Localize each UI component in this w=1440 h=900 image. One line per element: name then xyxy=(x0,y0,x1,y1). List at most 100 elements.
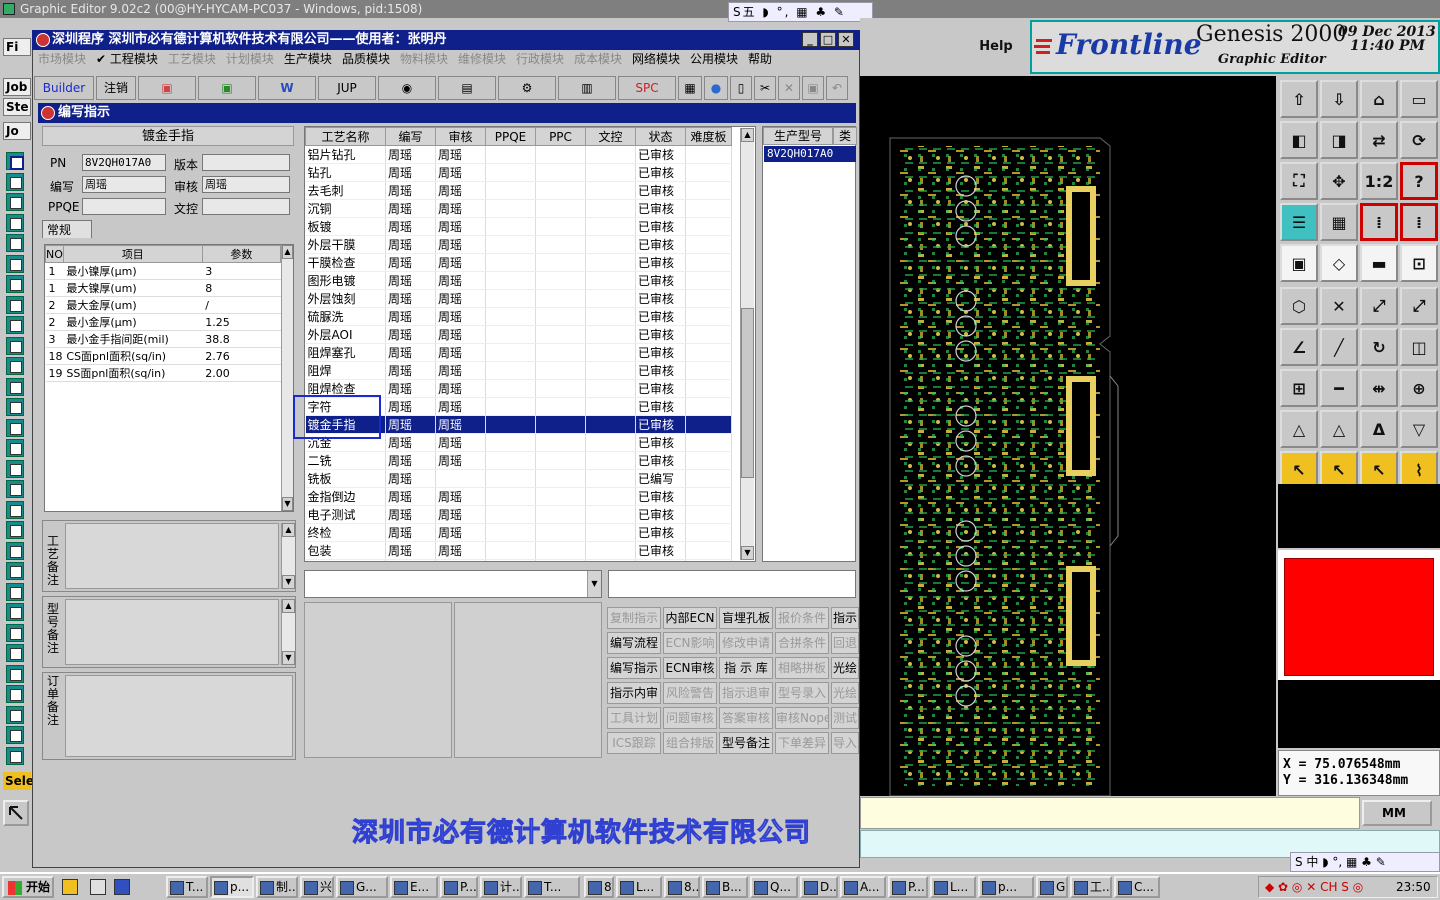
taskbar-item[interactable]: Q... xyxy=(750,876,798,898)
menu-item-6[interactable]: 物料模块 xyxy=(400,52,448,66)
layer-checkbox[interactable] xyxy=(6,644,24,662)
tray-icons[interactable]: ◆ ✿ ◎ ✕ CH S ◎ xyxy=(1265,877,1363,897)
process-col-header[interactable]: 工艺名称 xyxy=(305,127,386,146)
job2-button[interactable]: Jo xyxy=(3,122,31,140)
menu-item-1[interactable]: ✔ 工程模块 xyxy=(96,52,158,66)
menu-item-8[interactable]: 行政模块 xyxy=(516,52,564,66)
function-button[interactable]: 组合排版 xyxy=(663,732,717,754)
taskbar-item[interactable]: p... xyxy=(978,876,1034,898)
cut-icon[interactable]: ✂ xyxy=(754,76,776,100)
function-button[interactable]: 指示 xyxy=(831,607,859,629)
function-button[interactable]: 复制指示 xyxy=(607,607,661,629)
table-row[interactable]: 外层蚀刻 周瑶 周瑶 已审核 xyxy=(305,289,732,308)
table-row[interactable]: 1 最小镍厚(μm) 3 xyxy=(45,262,281,280)
network-icon[interactable]: ⬡ xyxy=(1280,287,1318,325)
layer-checkbox[interactable] xyxy=(6,664,24,683)
taskbar-item[interactable]: A... xyxy=(840,876,886,898)
home-icon[interactable]: ⌂ xyxy=(1360,80,1398,118)
taskbar-item[interactable]: P... xyxy=(440,876,478,898)
taskbar-item[interactable]: G... xyxy=(1036,876,1068,898)
process-col-header[interactable]: 难度板 xyxy=(685,127,732,146)
taskbar-item[interactable]: E... xyxy=(390,876,438,898)
ime-toolbar[interactable]: S五 ◗ °, ▦ ♣ ✎ xyxy=(728,2,873,22)
layer-checkbox[interactable] xyxy=(6,234,24,252)
quick-launch-icon[interactable] xyxy=(62,879,78,895)
save-step-icon[interactable]: ⇩ xyxy=(1320,80,1358,118)
taskbar-item[interactable]: B... xyxy=(702,876,748,898)
settings-icon[interactable]: ⚙ xyxy=(498,76,556,100)
note1-scrollbar[interactable]: ▲ ▼ xyxy=(281,523,295,589)
menu-item-5[interactable]: 品质模块 xyxy=(342,52,390,66)
function-button[interactable]: 工具计划 xyxy=(607,707,661,729)
function-button[interactable]: 问题审核 xyxy=(663,707,717,729)
process-col-header[interactable]: 状态 xyxy=(635,127,686,146)
layer-checkbox[interactable] xyxy=(6,500,24,519)
maximize-button[interactable]: □ xyxy=(820,32,836,47)
pad-icon[interactable]: ⊞ xyxy=(1280,369,1318,407)
layer-checkbox[interactable] xyxy=(6,521,24,539)
pcb-canvas[interactable] xyxy=(860,76,1276,796)
help-icon[interactable]: ? xyxy=(1400,162,1438,200)
table-row[interactable]: 图形电镀 周瑶 周瑶 已审核 xyxy=(305,271,732,290)
open-step-icon[interactable]: ⇧ xyxy=(1280,80,1318,118)
function-button[interactable]: ECN审核 xyxy=(663,657,717,679)
printer-icon[interactable]: ▥ xyxy=(558,76,616,100)
table-row[interactable]: 19 SS面pnl面积(sq/in) 2.00 xyxy=(45,364,281,382)
database-icon[interactable]: ▤ xyxy=(438,76,496,100)
taskbar-item[interactable]: D... xyxy=(800,876,838,898)
calc-icon[interactable]: ▦ xyxy=(678,76,702,100)
tri2-icon[interactable]: △ xyxy=(1320,410,1358,448)
tri3-icon[interactable]: Δ xyxy=(1360,410,1398,448)
table-row[interactable]: 铝片钻孔 周瑶 周瑶 已审核 xyxy=(305,145,732,164)
layer-icon[interactable]: ▭ xyxy=(1400,80,1438,118)
param-scrollbar[interactable]: ▲ ▼ xyxy=(281,245,293,511)
table-row[interactable]: 1 最大镍厚(um) 8 xyxy=(45,279,281,297)
function-button[interactable]: 指示退审 xyxy=(719,682,773,704)
line-icon[interactable]: ╱ xyxy=(1320,328,1358,366)
spc-button[interactable]: SPC xyxy=(618,76,676,100)
function-button[interactable]: 指 示 库 xyxy=(719,657,773,679)
function-button[interactable]: 合拼条件 xyxy=(775,632,829,654)
layer-checkbox[interactable] xyxy=(6,439,24,457)
taskbar-item[interactable]: 计... xyxy=(480,876,522,898)
arrow-tool-button[interactable] xyxy=(3,800,29,826)
logo-icon[interactable]: ◫ xyxy=(1400,328,1438,366)
menu-item-4[interactable]: 生产模块 xyxy=(284,52,332,66)
minus-icon[interactable]: ━ xyxy=(1320,369,1358,407)
function-button[interactable]: 报价条件 xyxy=(775,607,829,629)
layer-checkbox[interactable] xyxy=(6,562,24,580)
ppqe-field[interactable] xyxy=(82,198,166,215)
layer-checkbox[interactable] xyxy=(6,295,24,314)
table-row[interactable]: 硫脲洗 周瑶 周瑶 已审核 xyxy=(305,307,732,326)
process-col-header[interactable]: 编写 xyxy=(385,127,436,146)
layer-checkbox[interactable] xyxy=(6,398,24,416)
process-col-header[interactable]: 文控 xyxy=(585,127,636,146)
function-button[interactable]: 风险警告 xyxy=(663,682,717,704)
menu-item-2[interactable]: 工艺模块 xyxy=(168,52,216,66)
point-icon[interactable]: ⤢ xyxy=(1360,287,1398,325)
scroll-up-icon[interactable]: ▲ xyxy=(741,128,754,142)
table-row[interactable]: 阻焊 周瑶 周瑶 已审核 xyxy=(305,361,732,380)
layer-checkbox[interactable] xyxy=(6,705,24,724)
ppt-icon[interactable]: ▣ xyxy=(138,76,196,100)
table-row[interactable]: 外层AOI 周瑶 周瑶 已审核 xyxy=(305,325,732,344)
function-button[interactable]: 内部ECN xyxy=(663,607,717,629)
job-button[interactable]: Job xyxy=(3,78,31,96)
layer-checkbox[interactable] xyxy=(6,193,24,211)
edit-icon[interactable]: ◇ xyxy=(1320,244,1358,282)
scroll-down-icon[interactable]: ▼ xyxy=(282,651,295,665)
menu-item-11[interactable]: 公用模块 xyxy=(690,52,738,66)
file-menu-button[interactable]: Fi xyxy=(3,38,31,56)
table-row[interactable]: 包装 周瑶 周瑶 已审核 xyxy=(305,541,732,560)
layer-checkbox[interactable] xyxy=(6,726,24,744)
layer-checkbox[interactable] xyxy=(6,377,24,396)
function-button[interactable]: 型号备注 xyxy=(719,732,773,754)
layer-checkbox[interactable] xyxy=(6,541,24,560)
taskbar-item[interactable]: L... xyxy=(930,876,976,898)
drill2-icon[interactable]: ⁞ xyxy=(1400,203,1438,241)
table-row[interactable]: 外层干膜 周瑶 周瑶 已审核 xyxy=(305,235,732,254)
layer-checkbox[interactable] xyxy=(6,254,24,273)
cross-icon[interactable]: ✕ xyxy=(1320,287,1358,325)
function-button[interactable]: 型号录入 xyxy=(775,682,829,704)
units-selector[interactable]: MM xyxy=(1362,800,1432,826)
